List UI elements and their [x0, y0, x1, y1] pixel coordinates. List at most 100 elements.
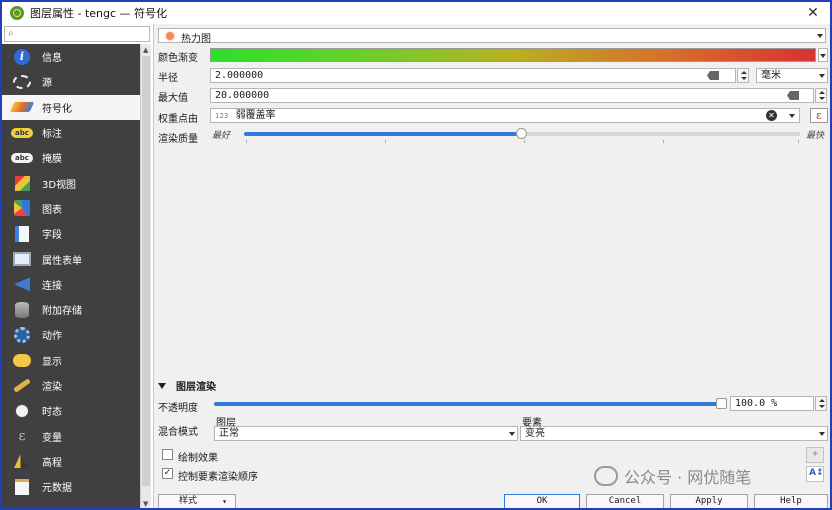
- source-icon: [13, 74, 31, 89]
- sidebar-list: i 信息 源 符号化 abc 标注 abc 掩膜 3D视图 图表 字段 属性表单…: [2, 44, 140, 508]
- layer-blend-value: 正常: [219, 428, 239, 439]
- display-icon: [13, 353, 31, 367]
- apply-button-label: Apply: [695, 496, 723, 506]
- auxiliary-storage-icon: [15, 301, 29, 318]
- color-ramp-button[interactable]: [210, 48, 816, 62]
- sidebar-item-3d-view[interactable]: 3D视图: [2, 170, 140, 195]
- order-by-button[interactable]: A↕: [806, 466, 824, 482]
- feature-blend-value: 变亮: [525, 428, 545, 439]
- sidebar-item-info[interactable]: i 信息: [2, 44, 140, 69]
- sidebar-scrollbar[interactable]: ▲ ▼: [140, 44, 151, 508]
- scrollbar-thumb[interactable]: [142, 56, 150, 486]
- sidebar-item-temporal[interactable]: 时态: [2, 398, 140, 423]
- sidebar-item-source[interactable]: 源: [2, 69, 140, 94]
- sidebar-item-display[interactable]: 显示: [2, 348, 140, 373]
- radius-unit-select[interactable]: 毫米: [756, 68, 828, 83]
- control-order-checkbox[interactable]: ✓: [162, 468, 173, 479]
- scroll-up-icon[interactable]: ▲: [143, 46, 148, 54]
- expression-button[interactable]: ε: [810, 108, 828, 123]
- sidebar-item-auxiliary-storage[interactable]: 附加存储: [2, 297, 140, 322]
- window-title: 图层属性 - tengc — 符号化: [30, 7, 168, 20]
- renderer-select[interactable]: 热力图: [158, 28, 826, 45]
- cancel-button[interactable]: Cancel: [586, 494, 664, 508]
- weight-field-select[interactable]: 123 弱覆盖率 ✕: [210, 108, 800, 123]
- star-icon: ✦: [811, 449, 820, 460]
- chevron-down-icon: [509, 432, 515, 436]
- sidebar-item-label: 源: [42, 78, 52, 90]
- slider-tick: [524, 140, 525, 143]
- sidebar-item-label: 连接: [42, 280, 62, 292]
- sidebar-item-variables[interactable]: ε 变量: [2, 423, 140, 448]
- mask-icon: abc: [11, 152, 33, 163]
- joins-icon: [14, 277, 30, 292]
- apply-button[interactable]: Apply: [670, 494, 748, 508]
- watermark: 公众号 · 网优随笔: [594, 464, 751, 488]
- clear-icon[interactable]: [787, 91, 799, 100]
- feature-blend-select[interactable]: 变亮: [520, 426, 828, 441]
- sidebar-item-label: 字段: [42, 230, 62, 242]
- sidebar-item-attributes-form[interactable]: 属性表单: [2, 246, 140, 271]
- clear-icon[interactable]: ✕: [766, 110, 777, 121]
- blend-mode-label: 混合模式: [158, 427, 198, 438]
- slider-tick: [663, 140, 664, 143]
- ok-button[interactable]: OK: [504, 494, 580, 508]
- sidebar-item-symbology[interactable]: 符号化: [2, 94, 140, 120]
- sidebar-search-input[interactable]: ⌕: [4, 26, 150, 42]
- attributes-form-icon: [13, 252, 31, 267]
- help-button[interactable]: Help: [754, 494, 828, 508]
- layer-properties-dialog: 图层属性 - tengc — 符号化 ✕ ⌕ i 信息 源 符号化 abc 标注: [0, 0, 832, 510]
- max-value-spinner[interactable]: [815, 88, 827, 103]
- temporal-icon: [14, 402, 30, 419]
- color-ramp-menu-button[interactable]: [818, 48, 828, 62]
- draw-effects-checkbox[interactable]: [162, 449, 173, 460]
- chevron-down-icon: ▾: [222, 497, 227, 506]
- opacity-input[interactable]: 100.0 %: [730, 396, 814, 411]
- 3d-view-icon: [14, 175, 30, 191]
- layer-rendering-header[interactable]: 图层渲染: [158, 378, 216, 393]
- sidebar-item-labels[interactable]: abc 标注: [2, 120, 140, 145]
- clear-icon[interactable]: [707, 71, 719, 80]
- quality-best-label: 最好: [212, 131, 231, 141]
- chevron-down-icon: [819, 74, 825, 78]
- sidebar-item-label: 符号化: [42, 103, 72, 115]
- sidebar-item-label: 显示: [42, 356, 62, 368]
- scroll-down-icon[interactable]: ▼: [143, 500, 148, 508]
- quality-slider-handle[interactable]: [516, 128, 527, 139]
- labels-icon: abc: [11, 127, 33, 138]
- chevron-down-icon: [789, 114, 795, 118]
- style-menu-button[interactable]: 样式 ▾: [158, 494, 236, 508]
- slider-tick: [385, 140, 386, 143]
- sidebar-item-label: 掩膜: [42, 154, 62, 166]
- sidebar-item-fields[interactable]: 字段: [2, 221, 140, 246]
- sidebar-item-label: 变量: [42, 432, 62, 444]
- sidebar-item-elevation[interactable]: 高程: [2, 449, 140, 474]
- sidebar-item-mask[interactable]: abc 掩膜: [2, 145, 140, 170]
- radius-value: 2.000000: [215, 70, 264, 81]
- sidebar-item-label: 元数据: [42, 483, 72, 495]
- radius-label: 半径: [158, 73, 178, 84]
- sidebar-item-rendering[interactable]: 渲染: [2, 373, 140, 398]
- sidebar-item-diagrams[interactable]: 图表: [2, 196, 140, 221]
- sidebar-item-label: 3D视图: [42, 179, 77, 191]
- opacity-spinner[interactable]: [815, 396, 827, 411]
- max-value-input[interactable]: 20.000000: [210, 88, 814, 103]
- layer-blend-select[interactable]: 正常: [214, 426, 518, 441]
- effects-settings-button[interactable]: ✦: [806, 447, 824, 463]
- close-button[interactable]: ✕: [804, 4, 822, 22]
- diagrams-icon: [14, 200, 30, 217]
- radius-input[interactable]: 2.000000: [210, 68, 736, 83]
- sidebar-item-joins[interactable]: 连接: [2, 272, 140, 297]
- sidebar-item-actions[interactable]: 动作: [2, 322, 140, 347]
- chevron-down-icon: [819, 432, 825, 436]
- rendering-icon: [13, 378, 31, 393]
- actions-icon: [14, 326, 30, 343]
- qgis-logo-icon: [10, 6, 24, 20]
- draw-effects-label: 绘制效果: [178, 453, 218, 464]
- quality-slider-fill: [244, 132, 522, 136]
- opacity-slider-handle[interactable]: [716, 398, 727, 409]
- radius-spinner[interactable]: [737, 68, 749, 83]
- sidebar-item-metadata[interactable]: 元数据: [2, 474, 140, 499]
- sidebar-item-label: 动作: [42, 331, 62, 343]
- max-value-value: 20.000000: [215, 90, 270, 101]
- control-order-label: 控制要素渲染顺序: [178, 472, 258, 483]
